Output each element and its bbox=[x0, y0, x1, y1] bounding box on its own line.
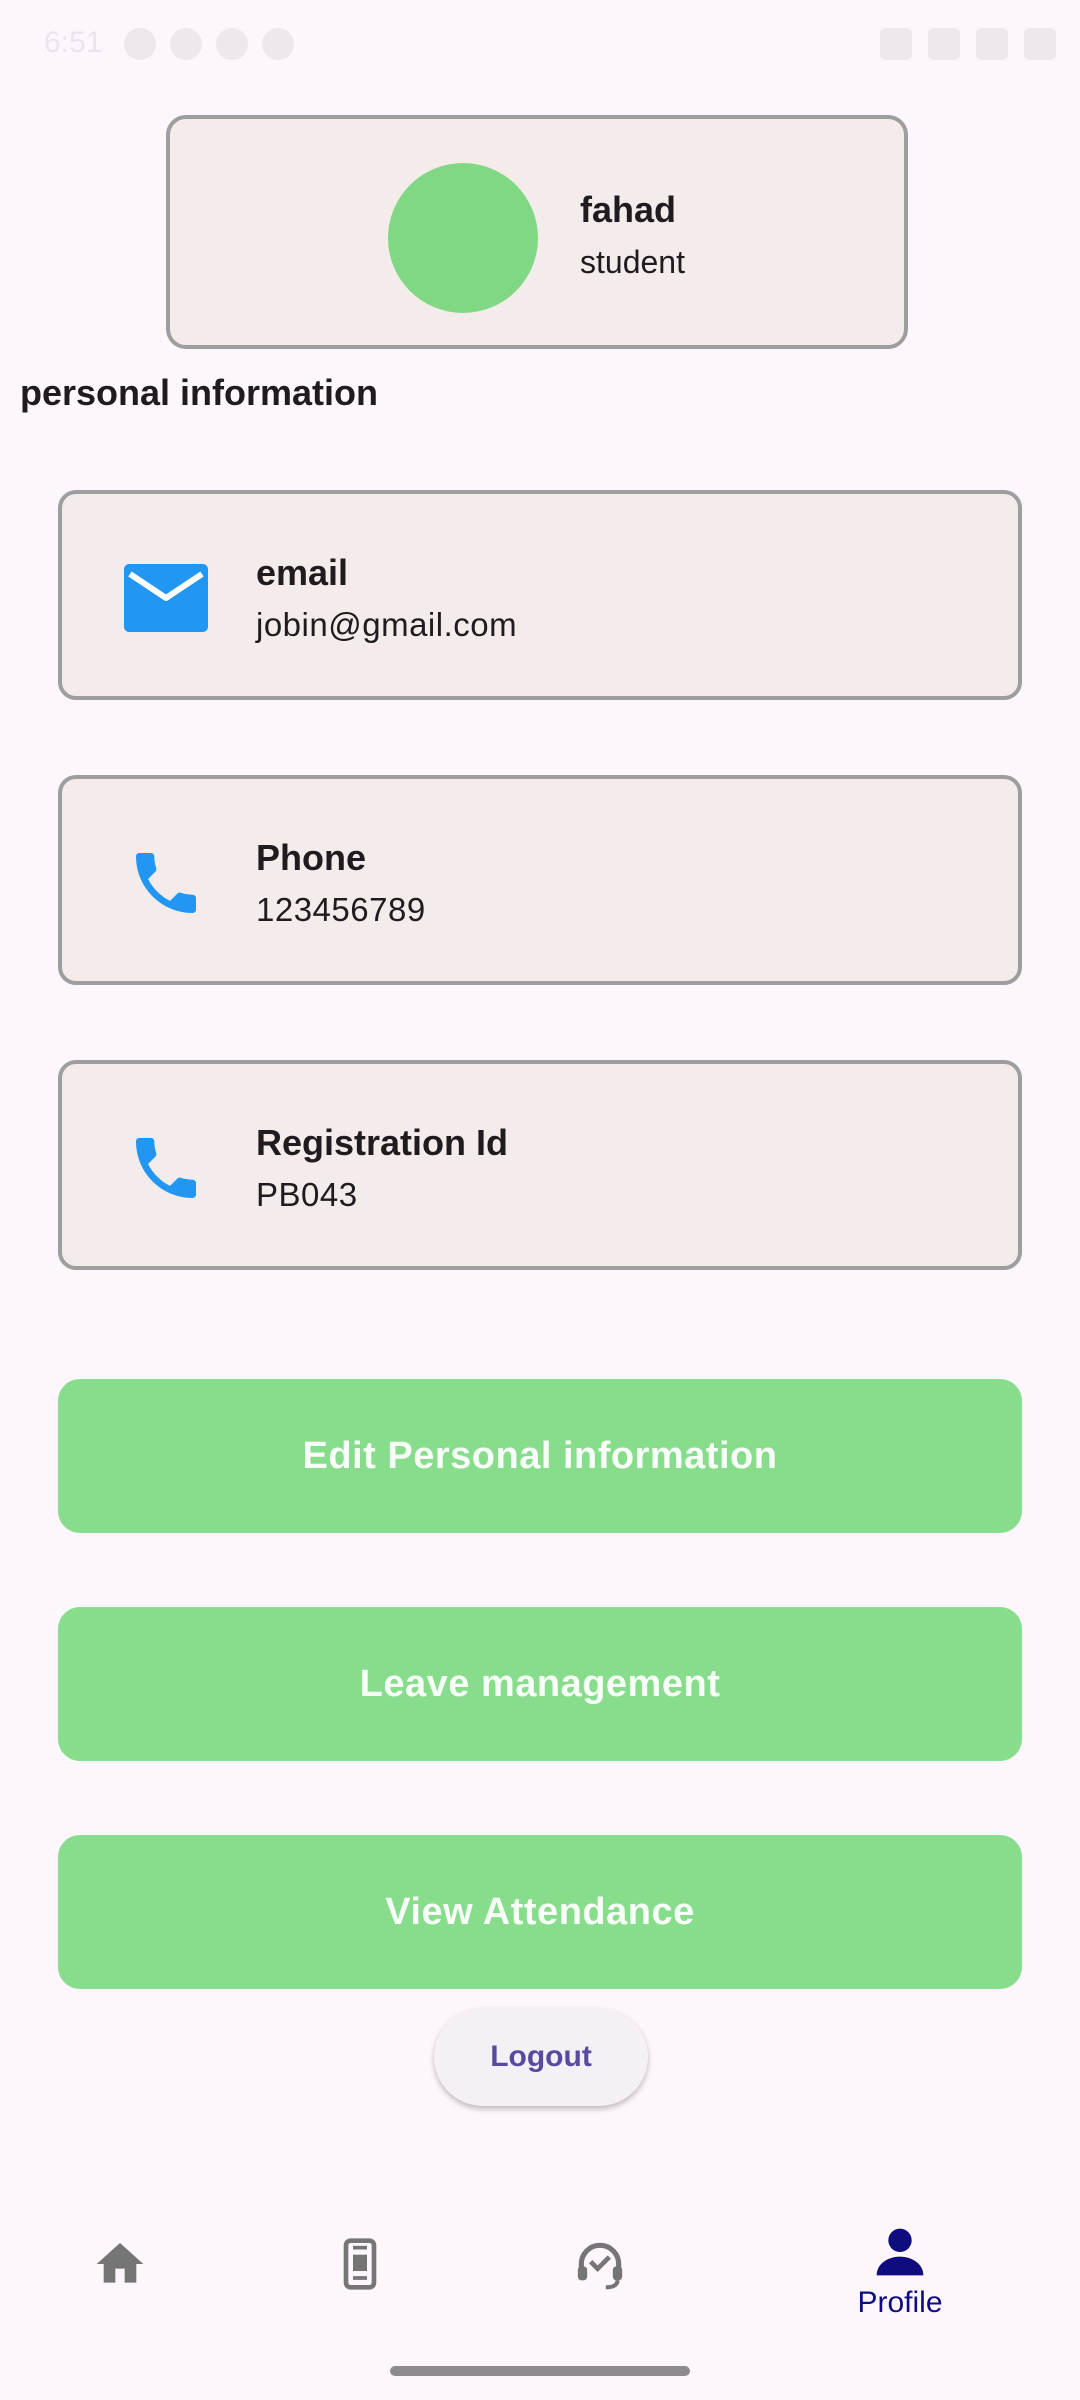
edit-personal-information-button[interactable]: Edit Personal information bbox=[58, 1379, 1022, 1533]
notification-icons bbox=[124, 28, 294, 60]
alarm-icon bbox=[880, 28, 912, 60]
view-attendance-button[interactable]: View Attendance bbox=[58, 1835, 1022, 1989]
avatar bbox=[388, 163, 538, 313]
info-card-phone: Phone 123456789 bbox=[58, 775, 1022, 985]
nav-item-home[interactable] bbox=[40, 2212, 200, 2332]
status-time: 6:51 bbox=[44, 26, 103, 59]
person-icon bbox=[876, 2228, 924, 2276]
wifi-icon bbox=[928, 28, 960, 60]
logout-button[interactable]: Logout bbox=[434, 2008, 648, 2106]
profile-role: student bbox=[580, 244, 685, 280]
support-headset-icon bbox=[577, 2242, 623, 2290]
nav-label-profile: Profile bbox=[857, 2286, 943, 2319]
whatsapp-icon bbox=[124, 28, 156, 60]
info-card-email: email jobin@gmail.com bbox=[58, 490, 1022, 700]
shield-icon bbox=[262, 28, 294, 60]
bottom-navigation: Profile bbox=[0, 2212, 1080, 2332]
nav-item-book[interactable] bbox=[280, 2212, 440, 2332]
signal-icon bbox=[976, 28, 1008, 60]
info-value: PB043 bbox=[256, 1176, 358, 1213]
section-title: personal information bbox=[20, 372, 379, 413]
nav-item-support[interactable] bbox=[520, 2212, 680, 2332]
system-icons bbox=[880, 28, 1056, 60]
book-icon bbox=[343, 2238, 377, 2290]
status-bar: 6:51 bbox=[0, 0, 1080, 92]
phone-icon bbox=[120, 1122, 212, 1214]
phone-icon bbox=[120, 837, 212, 929]
profile-card: fahad student bbox=[166, 115, 908, 349]
email-icon bbox=[120, 552, 212, 644]
home-indicator[interactable] bbox=[390, 2366, 690, 2376]
info-label: Registration Id bbox=[256, 1122, 509, 1163]
cloud-icon bbox=[216, 28, 248, 60]
info-value: jobin@gmail.com bbox=[256, 606, 518, 643]
info-card-registration-id: Registration Id PB043 bbox=[58, 1060, 1022, 1270]
info-value: 123456789 bbox=[256, 891, 426, 928]
nav-item-profile[interactable]: Profile bbox=[820, 2212, 980, 2332]
info-label: email bbox=[256, 552, 349, 593]
heart-icon bbox=[170, 28, 202, 60]
leave-management-button[interactable]: Leave management bbox=[58, 1607, 1022, 1761]
battery-icon bbox=[1024, 28, 1056, 60]
profile-name: fahad bbox=[580, 189, 677, 230]
info-label: Phone bbox=[256, 837, 367, 878]
home-icon bbox=[96, 2243, 144, 2283]
